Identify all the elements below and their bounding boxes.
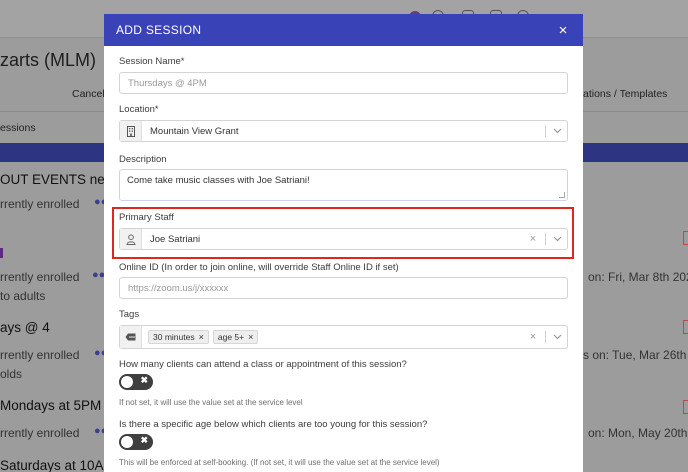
tab-sessions[interactable]: essions xyxy=(0,122,36,134)
building-icon xyxy=(120,121,142,141)
list-item-status: rrently enrolled xyxy=(0,270,80,284)
list-item-title: Mondays at 5PM xyxy=(0,398,102,413)
session-name-label: Session Name* xyxy=(119,56,185,67)
list-item-status: rrently enrolled xyxy=(0,348,80,362)
tab-cancellations[interactable]: Cancell xyxy=(72,88,107,100)
capacity-question: How many clients can attend a class or a… xyxy=(119,359,407,370)
remove-tag-icon[interactable]: × xyxy=(199,332,204,342)
primary-staff-label: Primary Staff xyxy=(119,212,174,223)
tag-chip: 30 minutes × xyxy=(148,330,209,344)
remove-tag-icon[interactable]: × xyxy=(248,332,253,342)
list-item-subtitle: to adults xyxy=(0,289,46,303)
toggle-knob xyxy=(121,376,133,388)
clear-icon[interactable]: × xyxy=(528,331,538,343)
clear-icon[interactable]: × xyxy=(528,233,538,245)
modal-title: ADD SESSION xyxy=(116,23,202,37)
location-value: Mountain View Grant xyxy=(150,125,239,137)
person-icon xyxy=(120,229,142,249)
description-value: Come take music classes with Joe Satrian… xyxy=(127,175,310,186)
list-item-status: rrently enrolled xyxy=(0,426,80,440)
primary-staff-value: Joe Satriani xyxy=(150,233,201,245)
online-id-label: Online ID (In order to join online, will… xyxy=(119,262,399,273)
modal-header: ADD SESSION × xyxy=(104,14,583,46)
list-item-title: ays @ 4 xyxy=(0,320,50,335)
x-icon: ✖ xyxy=(140,435,148,445)
section-heading: OUT EVENTS new xyxy=(0,172,115,187)
primary-staff-select[interactable]: Joe Satriani × xyxy=(119,228,568,250)
online-id-input[interactable]: https://zoom.us/j/xxxxxx xyxy=(119,277,568,299)
x-icon: ✖ xyxy=(140,375,148,385)
list-item-date: s on: Tue, Mar 26th 2 xyxy=(583,348,688,362)
tag-label: 30 minutes xyxy=(153,332,195,342)
status-marker xyxy=(0,248,3,258)
min-age-question: Is there a specific age below which clie… xyxy=(119,419,428,430)
list-item-status: rrently enrolled xyxy=(0,197,80,211)
description-textarea[interactable]: Come take music classes with Joe Satrian… xyxy=(119,169,568,201)
session-name-placeholder: Thursdays @ 4PM xyxy=(128,77,207,89)
add-session-modal: ADD SESSION × Session Name* Thursdays @ … xyxy=(104,14,583,472)
delete-icon[interactable] xyxy=(683,231,688,245)
min-age-hint: This will be enforced at self-booking. (… xyxy=(119,458,440,467)
delete-icon[interactable] xyxy=(683,400,688,414)
tags-label: Tags xyxy=(119,309,140,320)
chevron-down-icon[interactable] xyxy=(553,236,567,242)
location-select[interactable]: Mountain View Grant xyxy=(119,120,568,142)
resize-handle[interactable] xyxy=(559,192,565,198)
page-title: zarts (MLM) xyxy=(0,50,96,70)
chevron-down-icon[interactable] xyxy=(553,334,567,340)
capacity-toggle[interactable]: ✖ xyxy=(119,374,153,390)
delete-icon[interactable] xyxy=(683,320,688,334)
tag-label: age 5+ xyxy=(217,332,245,342)
list-item-date: on: Fri, Mar 8th 202 xyxy=(588,270,688,284)
list-item-title: Saturdays at 10AM xyxy=(0,458,115,472)
list-item-subtitle: olds xyxy=(0,367,23,381)
tag-icon xyxy=(120,326,142,348)
capacity-hint: If not set, it will use the value set at… xyxy=(119,398,303,407)
list-item-date: on: Mon, May 20th 2 xyxy=(588,426,688,440)
min-age-toggle[interactable]: ✖ xyxy=(119,434,153,450)
close-button[interactable]: × xyxy=(555,22,571,39)
toggle-knob xyxy=(121,436,133,448)
description-label: Description xyxy=(119,154,167,165)
chevron-down-icon[interactable] xyxy=(553,128,567,134)
online-id-placeholder: https://zoom.us/j/xxxxxx xyxy=(128,282,229,294)
session-name-input[interactable]: Thursdays @ 4PM xyxy=(119,72,568,94)
tag-chip: age 5+ × xyxy=(212,330,259,344)
tab-notifications-templates[interactable]: ations / Templates xyxy=(583,88,667,100)
location-label: Location* xyxy=(119,104,159,115)
tags-select[interactable]: 30 minutes × age 5+ × × xyxy=(119,325,568,349)
